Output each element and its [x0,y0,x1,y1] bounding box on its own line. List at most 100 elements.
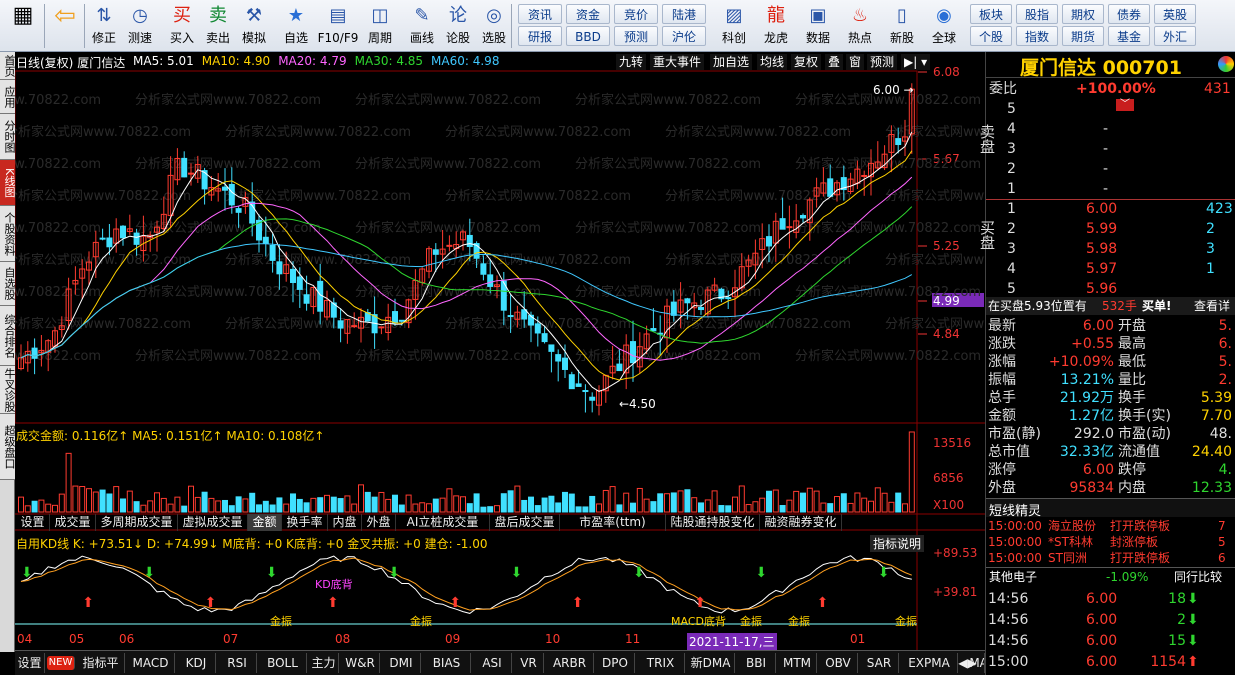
indicator-tab[interactable]: BIAS [423,653,471,673]
toolbar-small-button[interactable]: 期权 [1062,4,1104,24]
buy-level[interactable]: 4 5.97 1 [986,260,1235,278]
chart-tab[interactable]: 重大事件 [650,54,705,70]
toolbar-hammer-button[interactable]: ⚒ 模拟 [238,2,270,50]
toolbar-small-button[interactable]: 预测 [614,26,658,46]
sub-tab[interactable]: 虚拟成交量 [178,514,248,531]
indicator-tab[interactable]: NEW [47,656,75,670]
toolbar-small-button[interactable]: 期货 [1062,26,1104,46]
toolbar-small-button[interactable]: 研报 [518,26,562,46]
indicator-tab[interactable]: OBV [819,653,858,673]
chart-tab[interactable]: 均线 [757,54,788,70]
chart-tab[interactable]: 窗 [846,54,865,70]
toolbar-dragon-button[interactable]: 龍龙虎 [758,2,794,50]
toolbar-small-button[interactable]: 陆港 [662,4,706,24]
chart-tab[interactable]: 加自选 [710,54,753,70]
chart-tab[interactable]: 叠 [825,54,844,70]
toolbar-small-button[interactable]: 资金 [566,4,610,24]
sector-compare-link[interactable]: 同行比较 [1174,568,1222,586]
indicator-tab[interactable]: DMI [382,653,421,673]
toolbar-small-button[interactable]: 板块 [970,4,1012,24]
left-tab-2[interactable]: 分时图 [0,114,16,160]
sell-level[interactable]: 1- [986,180,1235,198]
indicator-tab[interactable]: W&R [341,653,380,673]
toolbar-discuss-button[interactable]: 论论股 [442,2,474,50]
sell-level[interactable]: 4- [986,120,1235,138]
indicator-tab[interactable]: KDJ [177,653,216,673]
sell-level[interactable]: 2- [986,160,1235,178]
indicator-help-button[interactable]: 指标说明 [870,535,925,552]
indicator-tab[interactable]: TRIX [637,653,685,673]
toolbar-small-button[interactable]: 外汇 [1154,26,1196,46]
toolbar-small-button[interactable]: 资讯 [518,4,562,24]
sector-row[interactable]: 其他电子 -1.09% 同行比较 [986,567,1235,585]
toolbar-small-button[interactable]: 个股 [970,26,1012,46]
toolbar-small-button[interactable]: 沪伦 [662,26,706,46]
indicator-tab[interactable]: 主力 [309,653,339,673]
toolbar-small-button[interactable]: 股指 [1016,4,1058,24]
toolbar-small-button[interactable]: 基金 [1108,26,1150,46]
news-item[interactable]: 15:00:00 ST同洲 打开跌停板 6 [986,550,1235,566]
sub-tab[interactable]: 盘后成交量 [490,514,560,531]
sub-tab[interactable]: 金额 [248,514,282,531]
toolbar-small-button[interactable]: 债券 [1108,4,1150,24]
toolbar-hot-button[interactable]: ♨ 热点 [842,2,878,50]
kline-chart-area[interactable]: 6.085.675.254.994.84分析家公式网www.70822.com分… [15,52,985,652]
toolbar-small-button[interactable]: 指数 [1016,26,1058,46]
toolbar-star-button[interactable]: ★ 自选 [280,2,312,50]
indicator-tab[interactable]: VR [514,653,544,673]
left-tab-1[interactable]: 应用 [0,80,16,114]
indicator-tab[interactable]: DPO [596,653,635,673]
left-tab-3[interactable]: K线图 [0,160,16,206]
toolbar-new-stock-button[interactable]: ▯ 新股 [884,2,920,50]
sub-tab[interactable]: 设置 [16,514,50,531]
indicator-tab[interactable]: BOLL [259,653,307,673]
sub-tab[interactable]: 市盈率(ttm) [560,514,666,531]
news-item[interactable]: 15:00:00 海立股份 打开跌停板 7 [986,518,1235,534]
sub-tab[interactable]: 内盘 [328,514,362,531]
buy-level[interactable]: 1 6.00 423 [986,200,1235,218]
buy-level[interactable]: 5 5.96 [986,280,1235,298]
toolbar-period-button[interactable]: ◫ 周期 [364,2,396,50]
indicator-tab[interactable]: EXPMA [901,653,958,673]
buy-level[interactable]: 2 5.99 2 [986,220,1235,238]
chart-tab[interactable]: 预测 [867,54,898,70]
toolbar-data-button[interactable]: ▣ 数据 [800,2,836,50]
chart-tab[interactable]: 复权 [791,54,822,70]
news-item[interactable]: 15:00:00 *ST科林 封涨停板 5 [986,534,1235,550]
sell-level[interactable]: 5 [986,100,1235,118]
left-tab-4[interactable]: 个股资料 [0,206,16,262]
sub-tab[interactable]: 外盘 [362,514,396,531]
toolbar-chart-button[interactable]: ▨ 科创 [716,2,752,50]
toolbar-small-button[interactable]: 竞价 [614,4,658,24]
sub-tab[interactable]: 多周期成交量 [96,514,178,531]
scroll-arrows-icon[interactable]: ◀▶ [951,653,985,673]
indicator-tab[interactable]: MTM [778,653,817,673]
color-wheel-icon[interactable] [1218,56,1234,72]
toolbar-f10-button[interactable]: ▤ F10/F9 [316,2,360,50]
sell-level[interactable]: 3- [986,140,1235,158]
left-tab-0[interactable]: 首页 [0,52,16,80]
indicator-tab[interactable]: BBI [737,653,776,673]
left-tab-5[interactable]: 自选股 [0,262,16,306]
toolbar-small-button[interactable]: BBD [566,26,610,46]
left-tab-7[interactable]: 牛叉诊股 [0,366,16,414]
indicator-tab[interactable]: ARBR [546,653,594,673]
hint-link[interactable]: 查看详 [1194,297,1230,315]
chart-nav-arrows-icon[interactable]: ▶| ▾ [901,54,931,70]
sub-tab[interactable]: 陆股通持股变化 [666,514,760,531]
left-tab-6[interactable]: 综合排名 [0,306,16,366]
indicator-tab[interactable]: 指标平台 [77,653,125,673]
app-menu-icon[interactable]: ▦ [6,2,40,50]
indicator-tab[interactable]: ASI [473,653,512,673]
toolbar-pen-button[interactable]: ✎ 画线 [406,2,438,50]
indicator-tab[interactable]: RSI [218,653,257,673]
toolbar-up-down-arrow-button[interactable]: ⇅ 修正 [88,2,120,50]
toolbar-buy-button[interactable]: 买买入 [166,2,198,50]
sub-tab[interactable]: AI立桩成交量 [396,514,490,531]
big-order-hint[interactable]: 在买盘5.93位置有 532手 买单! 查看详 [986,297,1235,315]
left-tab-8[interactable]: 超级盘口 [0,414,16,480]
indicator-tab[interactable]: 设置 [15,653,45,673]
sub-tab[interactable]: 换手率 [282,514,328,531]
toolbar-select-stock-button[interactable]: ◎ 选股 [478,2,510,50]
toolbar-speed-button[interactable]: ◷ 测速 [124,2,156,50]
